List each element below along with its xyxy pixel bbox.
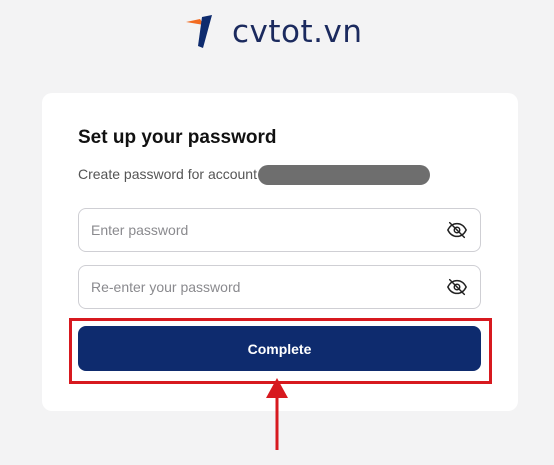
eye-off-icon[interactable] [446,276,468,298]
page: cvtot.vn Set up your password Create pas… [0,0,554,465]
complete-button[interactable]: Complete [78,326,481,371]
cvtot-logo-icon [186,15,212,48]
password-field[interactable] [78,208,481,252]
logo: cvtot.vn [184,10,363,54]
logo-text: cvtot.vn [232,14,363,50]
page-title: Set up your password [78,127,277,148]
password-card: Set up your password Create password for… [42,93,518,411]
subtitle-text: Create password for account [78,166,257,182]
redacted-account [257,165,430,185]
confirm-password-input[interactable] [91,279,446,295]
password-input[interactable] [91,222,446,238]
subtitle: Create password for account [78,164,430,185]
confirm-password-field[interactable] [78,265,481,309]
eye-off-icon[interactable] [446,219,468,241]
annotation-arrow-icon [266,378,288,450]
